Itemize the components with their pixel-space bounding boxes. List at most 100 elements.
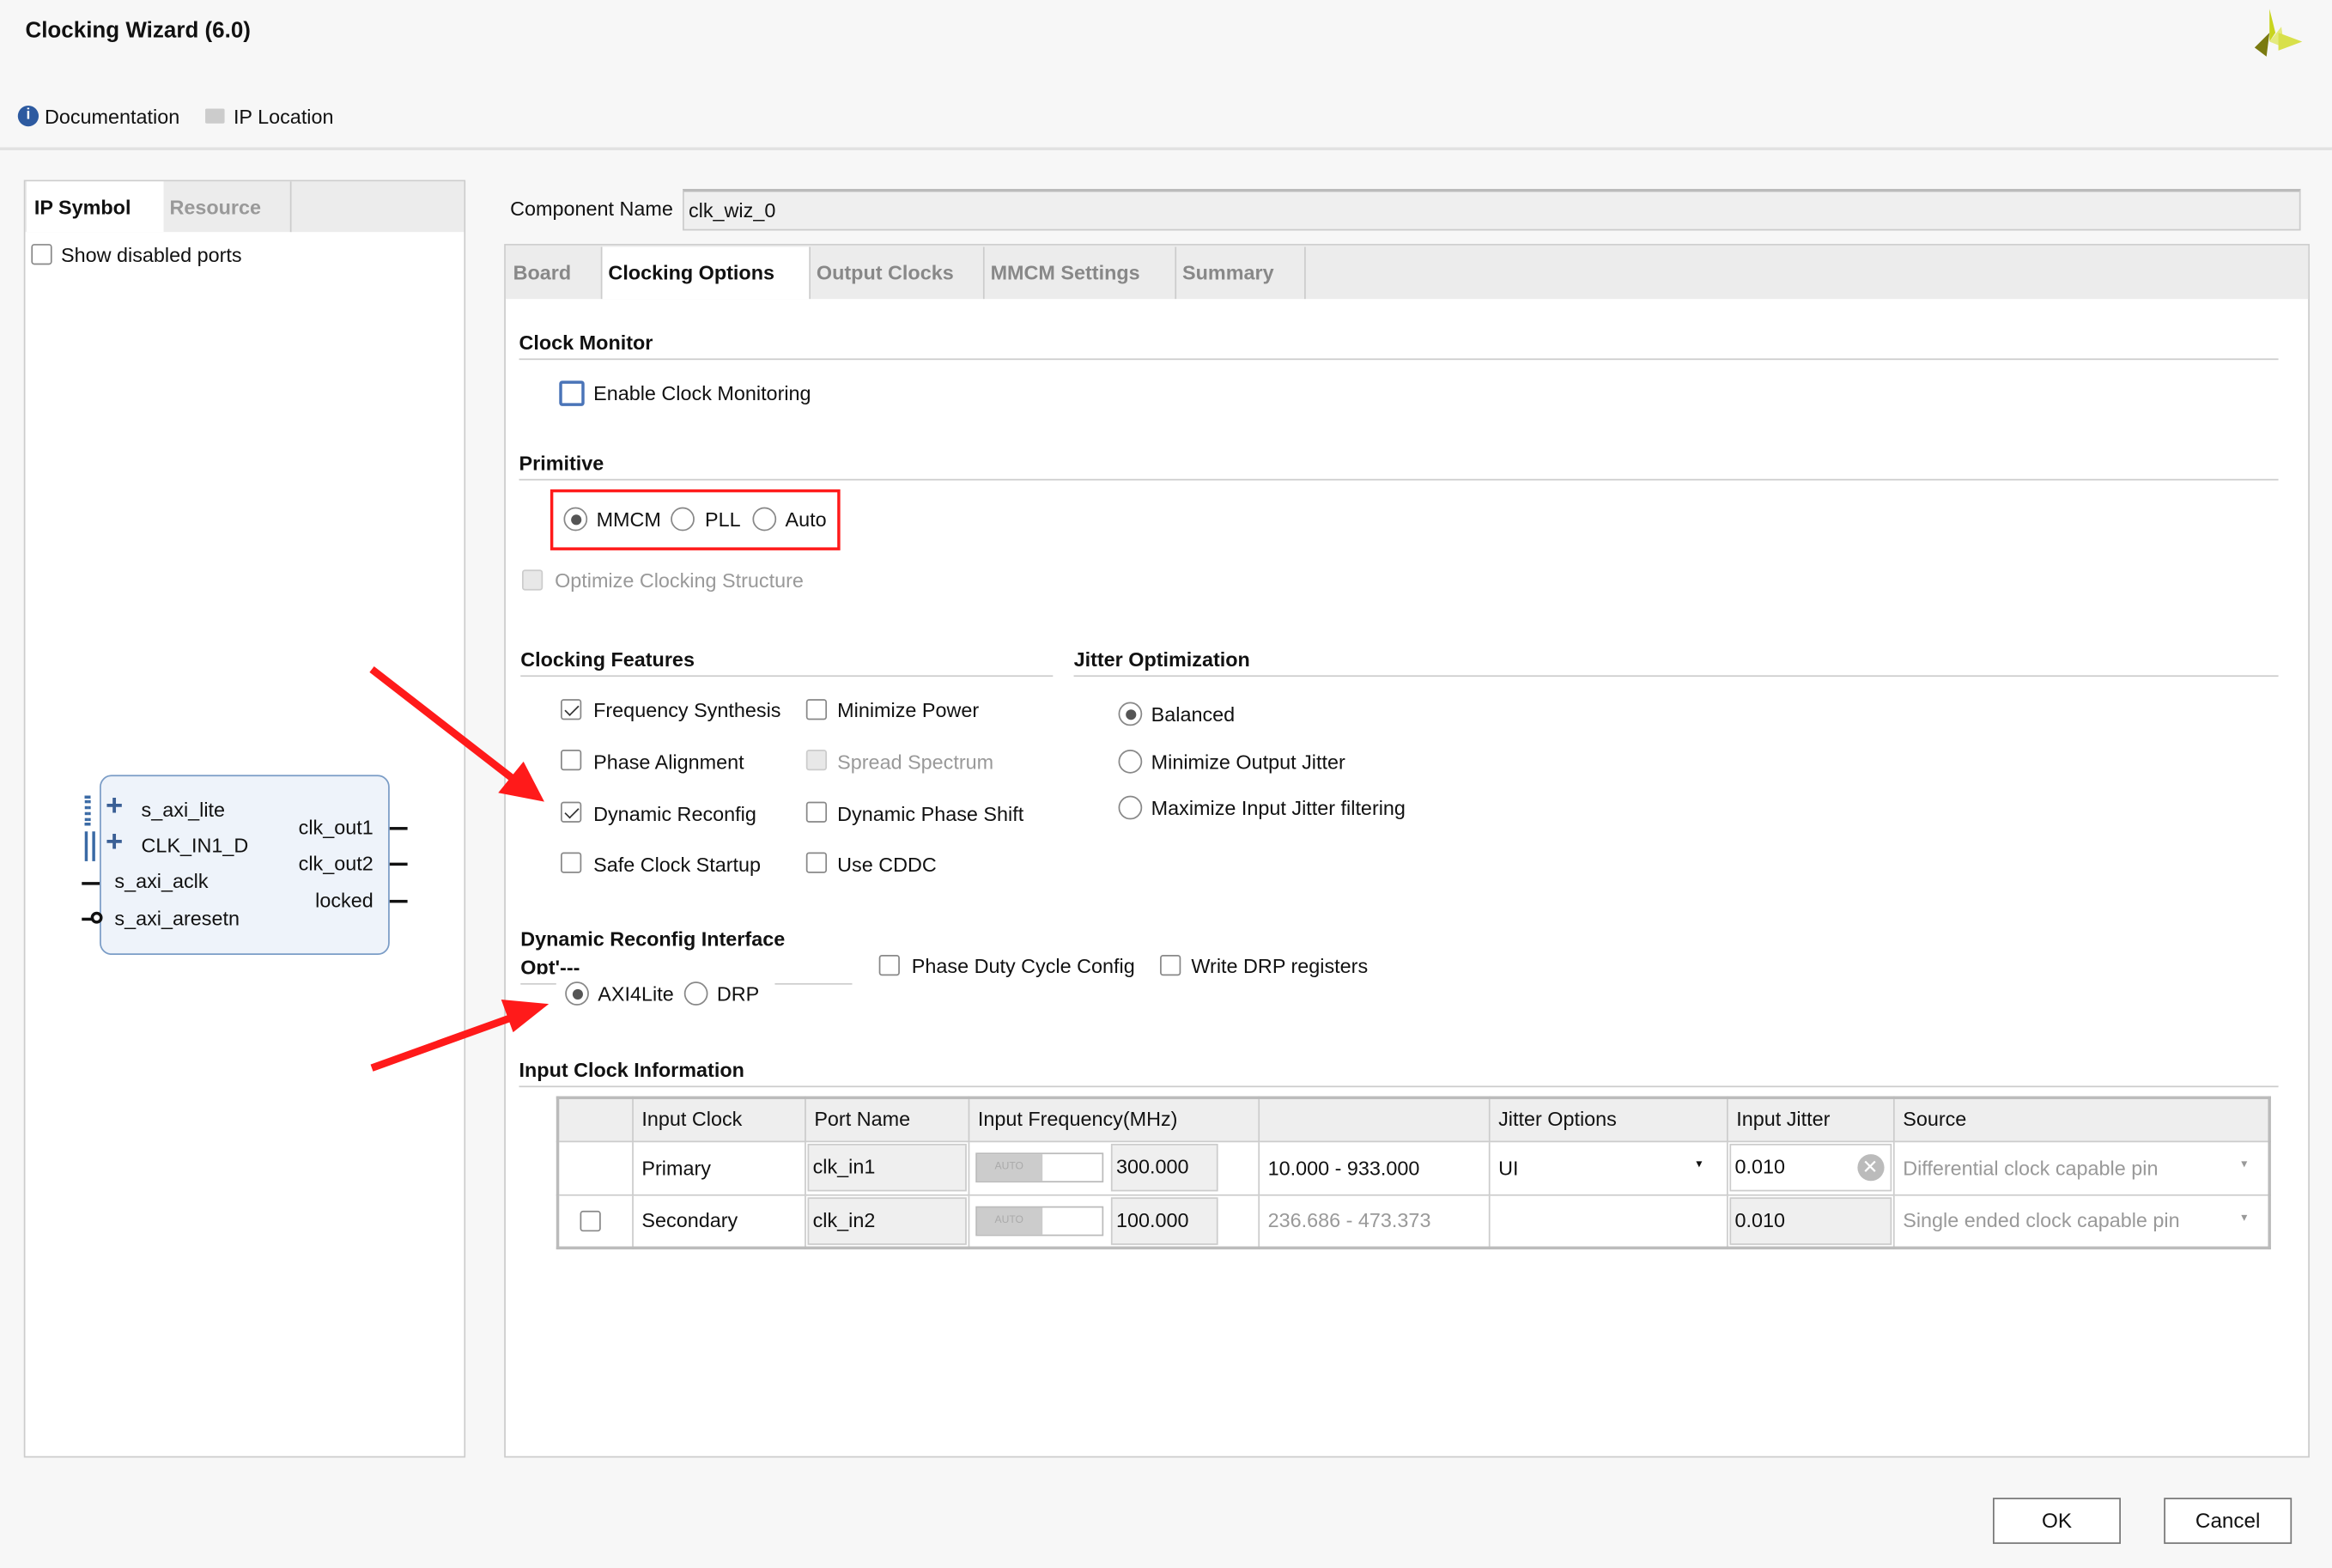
source-select[interactable]: Single ended clock capable pin ▾ (1892, 1194, 2271, 1249)
dynamic-phase-shift-checkbox[interactable] (805, 801, 828, 823)
primitive-mmcm-label: MMCM (596, 508, 661, 532)
tab-clocking-options[interactable]: Clocking Options (602, 246, 811, 300)
secondary-clock-checkbox[interactable] (580, 1210, 601, 1231)
input-frequency-input[interactable]: 100.000 (1110, 1196, 1218, 1245)
dri-drp-radio[interactable] (683, 982, 708, 1006)
input-clock-cell: Primary (631, 1140, 805, 1195)
port-name-input[interactable]: clk_in1 (806, 1143, 966, 1192)
xilinx-logo-icon (2254, 9, 2303, 57)
documentation-link[interactable]: Documentation (45, 106, 179, 128)
input-frequency-input[interactable]: 300.000 (1110, 1143, 1218, 1192)
port-s-axi-aresetn: s_axi_aresetn (114, 907, 240, 930)
frequency-synthesis-label: Frequency Synthesis (593, 699, 781, 722)
expand-plus-icon[interactable]: + (106, 790, 123, 824)
port-clk-in1-d: CLK_IN1_D (141, 834, 249, 857)
phase-duty-cycle-label: Phase Duty Cycle Config (911, 955, 1135, 977)
phase-alignment-checkbox[interactable] (561, 749, 582, 771)
safe-clock-startup-checkbox[interactable] (561, 852, 582, 873)
dri-heading: Dynamic Reconfig Interface (520, 927, 786, 951)
dynamic-reconfig-label: Dynamic Reconfig (593, 803, 756, 826)
jitter-optimization-heading: Jitter Optimization (1073, 648, 1250, 672)
jitter-balanced-radio[interactable] (1118, 702, 1143, 726)
port-name-input[interactable]: clk_in2 (806, 1196, 966, 1245)
use-cddc-label: Use CDDC (837, 854, 937, 877)
jitter-options-select[interactable]: UI ▾ (1487, 1140, 1728, 1195)
input-clock-cell: Secondary (631, 1194, 805, 1249)
frequency-synthesis-checkbox[interactable] (561, 699, 582, 720)
component-name-input[interactable]: clk_wiz_0 (683, 188, 2301, 231)
port-line (82, 882, 100, 885)
ok-button[interactable]: OK (1993, 1498, 2121, 1544)
left-panel: IP Symbol Resource Show disabled ports s… (23, 179, 466, 1458)
column-header: Input Frequency(MHz) (967, 1097, 1260, 1142)
primitive-auto-radio[interactable] (752, 507, 777, 532)
enable-clock-monitoring-checkbox[interactable] (559, 380, 585, 406)
expand-plus-icon[interactable]: + (106, 825, 123, 860)
jitter-min-output-radio[interactable] (1118, 749, 1143, 774)
write-drp-label: Write DRP registers (1191, 955, 1369, 977)
minimize-power-checkbox[interactable] (805, 699, 828, 720)
primitive-mmcm-radio[interactable] (563, 507, 588, 532)
tab-board[interactable]: Board (507, 246, 603, 300)
primitive-heading: Primitive (519, 452, 604, 475)
ip-symbol-block: s_axi_lite CLK_IN1_D s_axi_aclk s_axi_ar… (100, 775, 390, 956)
auto-toggle[interactable]: AUTO (975, 1206, 1103, 1236)
primitive-pll-radio[interactable] (671, 507, 695, 532)
input-jitter-input[interactable]: 0.010 (1728, 1196, 1892, 1245)
ip-location-link[interactable]: IP Location (234, 106, 334, 128)
frequency-range: 10.000 - 933.000 (1257, 1140, 1490, 1195)
optimize-clocking-label: Optimize Clocking Structure (555, 569, 804, 593)
auto-toggle-label: AUTO (976, 1154, 1042, 1182)
jitter-min-output-label: Minimize Output Jitter (1151, 751, 1345, 774)
write-drp-checkbox[interactable] (1160, 955, 1181, 976)
dynamic-reconfig-checkbox[interactable] (561, 801, 582, 823)
show-disabled-ports-label: Show disabled ports (61, 244, 242, 267)
show-disabled-ports-checkbox[interactable] (31, 244, 52, 265)
tab-resource[interactable]: Resource (164, 181, 292, 233)
port-s-axi-lite: s_axi_lite (141, 799, 226, 822)
column-header: Jitter Options (1487, 1097, 1728, 1142)
cancel-button[interactable]: Cancel (2164, 1498, 2293, 1544)
phase-alignment-label: Phase Alignment (593, 751, 744, 774)
dropdown-arrow-icon: ▾ (1696, 1156, 1703, 1170)
port-locked: locked (315, 889, 373, 912)
tab-output-clocks[interactable]: Output Clocks (811, 246, 985, 300)
column-header: Input Jitter (1726, 1097, 1894, 1142)
port-line (389, 862, 408, 866)
enable-clock-monitoring-label: Enable Clock Monitoring (593, 382, 811, 405)
dropdown-arrow-icon: ▾ (2241, 1210, 2248, 1224)
jitter-max-input-label: Maximize Input Jitter filtering (1151, 797, 1406, 820)
use-cddc-checkbox[interactable] (805, 852, 828, 873)
info-icon: i (17, 105, 39, 127)
dri-axi4lite-radio[interactable] (565, 982, 589, 1006)
column-header (1257, 1097, 1490, 1142)
source-select[interactable]: Differential clock capable pin ▾ (1892, 1140, 2271, 1195)
dynamic-phase-shift-label: Dynamic Phase Shift (837, 803, 1024, 826)
window-title: Clocking Wizard (6.0) (25, 17, 251, 44)
table-row: Secondary clk_in2 AUTO 100.000 236.686 - … (556, 1194, 2271, 1249)
port-line (389, 899, 408, 903)
port-clk-out2: clk_out2 (298, 852, 373, 875)
column-header: Source (1892, 1097, 2271, 1142)
auto-toggle[interactable]: AUTO (975, 1152, 1103, 1183)
clear-icon[interactable]: ✕ (1856, 1153, 1884, 1181)
tab-summary[interactable]: Summary (1176, 246, 1306, 300)
tab-mmcm-settings[interactable]: MMCM Settings (985, 246, 1177, 300)
optimize-clocking-checkbox (521, 569, 544, 591)
jitter-max-input-radio[interactable] (1118, 795, 1143, 820)
jitter-options-value: UI (1498, 1156, 1519, 1179)
spread-spectrum-checkbox (805, 749, 828, 771)
input-clock-table: Input Clock Port Name Input Frequency(MH… (556, 1096, 2271, 1249)
inverted-port-icon (90, 911, 103, 924)
safe-clock-startup-label: Safe Clock Startup (593, 854, 762, 877)
spread-spectrum-label: Spread Spectrum (837, 751, 994, 774)
phase-duty-cycle-checkbox[interactable] (878, 955, 900, 976)
jitter-balanced-label: Balanced (1151, 703, 1236, 726)
source-value: Differential clock capable pin (1903, 1156, 2159, 1179)
dri-drp-label: DRP (716, 982, 760, 1006)
primitive-auto-label: Auto (785, 508, 827, 532)
tab-ip-symbol[interactable]: IP Symbol (27, 181, 164, 233)
port-clk-out1: clk_out1 (298, 816, 373, 839)
clocking-features-heading: Clocking Features (520, 648, 695, 672)
input-clock-heading: Input Clock Information (519, 1059, 744, 1082)
